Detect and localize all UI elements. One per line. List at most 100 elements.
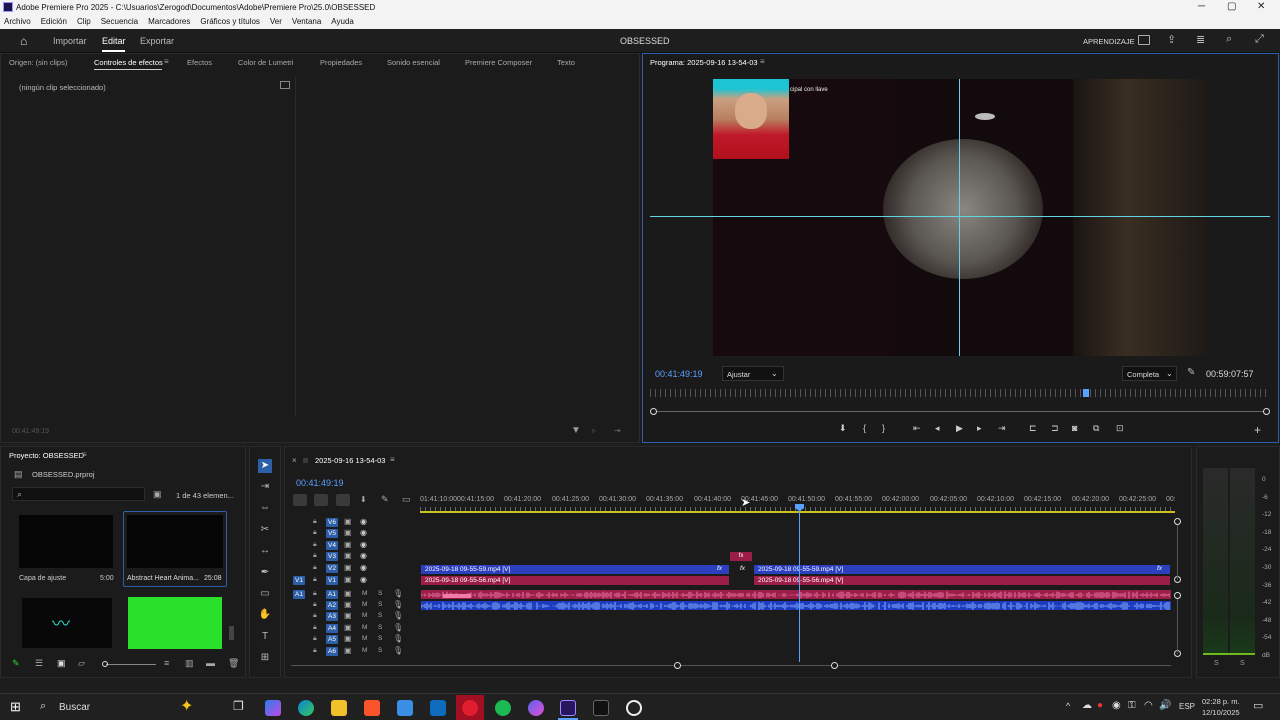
play-icon[interactable]: ▶ — [956, 423, 963, 434]
task-view-icon[interactable]: ❐ — [233, 699, 244, 713]
nav-exportar[interactable]: Exportar — [140, 36, 174, 46]
clock-time[interactable]: 02:28 p. m. — [1202, 697, 1240, 706]
menu-ver[interactable]: Ver — [270, 15, 282, 29]
workspaces-icon[interactable]: ≣ — [1196, 33, 1205, 46]
sync-icon[interactable]: ▣ — [344, 611, 352, 620]
tab-texto[interactable]: Texto — [557, 58, 575, 67]
tab-composer[interactable]: Premiere Composer — [465, 58, 532, 67]
guide-vertical[interactable] — [959, 79, 960, 356]
lock-icon[interactable]: 🔒︎ — [313, 541, 317, 549]
captions-icon[interactable]: ▭ — [402, 494, 411, 505]
edge-icon[interactable] — [298, 700, 314, 716]
search-icon[interactable]: ⌕ — [40, 700, 46, 713]
track-target[interactable]: A1 — [326, 590, 338, 599]
extract-icon[interactable]: ⊐ — [1051, 423, 1059, 434]
solo-left[interactable]: S — [1214, 660, 1219, 667]
mic-icon[interactable]: 🎙︎ — [393, 600, 403, 609]
tab-controles-efectos[interactable]: Controles de efectos — [94, 58, 163, 67]
wrench-icon[interactable]: ✎ — [1187, 367, 1195, 378]
program-menu-icon[interactable]: ≡ — [760, 57, 765, 66]
solo-button[interactable]: S — [378, 647, 382, 654]
program-timecode[interactable]: 00:41:49:19 — [655, 369, 703, 379]
clip-v1-a[interactable]: 2025-09-18 09-55-56.mp4 [V] — [421, 576, 729, 585]
mark-out-icon[interactable]: } — [882, 423, 885, 433]
mark-in-icon[interactable]: { — [863, 423, 866, 433]
play-audio-icon[interactable]: ▹ — [592, 426, 596, 435]
clip-v2-a[interactable]: 2025-09-18 09-55-59.mp4 [V] — [421, 565, 729, 574]
mute-button[interactable]: M — [362, 635, 367, 642]
slip-tool-icon[interactable]: ↔ — [258, 544, 272, 558]
eye-icon[interactable]: ◉ — [360, 551, 367, 560]
track-target[interactable]: V1 — [326, 576, 338, 585]
mute-button[interactable]: M — [362, 601, 367, 608]
eye-icon[interactable]: ◉ — [360, 563, 367, 572]
zoom-handle-left[interactable] — [650, 408, 657, 415]
zoom-handle-right[interactable] — [1263, 408, 1270, 415]
menu-graficos[interactable]: Gráficos y títulos — [200, 15, 260, 29]
linked-selection-icon[interactable] — [336, 494, 350, 506]
source-patch-v[interactable]: V1 — [293, 576, 305, 585]
zoom-tool-icon[interactable]: ⊞ — [258, 651, 272, 665]
recorder-icon[interactable] — [462, 700, 478, 716]
solo-button[interactable]: S — [378, 624, 382, 631]
lock-icon[interactable]: 🔒︎ — [313, 601, 317, 609]
track-target[interactable]: A4 — [326, 624, 338, 633]
mic-icon[interactable]: 🎙︎ — [393, 623, 403, 632]
quality-dropdown[interactable]: Completa ⌄ — [1122, 366, 1177, 381]
notifications-icon[interactable]: ▭ — [1253, 699, 1263, 712]
thumb-audio[interactable]: 〰 — [22, 598, 112, 648]
sync-icon[interactable]: ▣ — [344, 563, 352, 572]
lock-icon[interactable]: 🔒︎ — [313, 635, 317, 643]
vscroll-audio[interactable] — [1177, 599, 1178, 654]
thumb-adjustment-layer[interactable] — [19, 515, 113, 568]
hscroll-handle-right[interactable] — [831, 662, 838, 669]
tab-sonido[interactable]: Sonido esencial — [387, 58, 440, 67]
sequence-tab[interactable]: 2025-09-16 13-54-03 — [315, 456, 385, 465]
mic-icon[interactable]: 🎙︎ — [393, 611, 403, 620]
video-frame[interactable]: cipal con llave — [713, 79, 1207, 356]
lock-icon[interactable]: 🔒︎ — [313, 564, 317, 572]
track-target[interactable]: A5 — [326, 635, 338, 644]
vr-icon[interactable]: ⊡ — [1116, 423, 1124, 434]
lock-icon[interactable]: 🔒︎ — [313, 576, 317, 584]
track-target[interactable]: A6 — [326, 647, 338, 656]
rectangle-tool-icon[interactable]: ▭ — [258, 587, 272, 601]
selection-tool-icon[interactable]: ➤ — [258, 459, 272, 473]
export-icon[interactable]: ⇥ — [614, 426, 621, 435]
work-area-bar[interactable] — [420, 511, 1175, 513]
mic-icon[interactable]: 🎙︎ — [393, 589, 403, 598]
settings-wrench-icon[interactable]: ✎ — [381, 494, 389, 505]
vscroll-video[interactable] — [1177, 525, 1178, 580]
freeform-icon[interactable]: ▱ — [78, 658, 85, 669]
eye-icon[interactable]: ◉ — [360, 575, 367, 584]
close-button[interactable]: ✕ — [1257, 1, 1265, 12]
track-scroll-handle[interactable] — [1174, 592, 1181, 599]
track-target[interactable]: A3 — [326, 612, 338, 621]
tray-icon[interactable]: ⚿ — [1128, 700, 1136, 711]
track-target[interactable]: A2 — [326, 601, 338, 610]
share-icon[interactable]: ⇪ — [1167, 33, 1176, 46]
tab-efectos[interactable]: Efectos — [187, 58, 212, 67]
wifi-icon[interactable]: ◠ — [1144, 700, 1153, 711]
project-scrollbar[interactable] — [229, 626, 234, 640]
add-marker-icon[interactable]: ⬇ — [839, 423, 847, 434]
icon-view-icon[interactable]: ▣ — [57, 658, 66, 669]
sync-icon[interactable]: ▣ — [344, 528, 352, 537]
filter-icon[interactable]: ▼ — [571, 425, 581, 436]
nav-importar[interactable]: Importar — [53, 36, 87, 46]
copilot-sparkle-icon[interactable]: ✦ — [180, 696, 193, 716]
tray-red-icon[interactable]: ● — [1097, 700, 1103, 711]
step-back-icon[interactable]: ◂ — [935, 423, 940, 434]
lock-icon[interactable]: 🔒︎ — [313, 612, 317, 620]
mic-icon[interactable]: 🎙︎ — [393, 634, 403, 643]
track-target[interactable]: V4 — [326, 541, 338, 550]
menu-marcadores[interactable]: Marcadores — [148, 15, 190, 29]
source-patch-a[interactable]: A1 — [293, 590, 305, 599]
menu-ayuda[interactable]: Ayuda — [331, 15, 354, 29]
track-scroll-handle[interactable] — [1174, 518, 1181, 525]
timeline-timecode[interactable]: 00:41:49:19 — [296, 478, 344, 488]
fullscreen-icon[interactable]: ⤢ — [1255, 33, 1264, 46]
timeline-playhead[interactable] — [799, 505, 800, 662]
guide-horizontal[interactable] — [650, 216, 1270, 217]
windows-start-icon[interactable]: ⊞ — [10, 699, 21, 715]
